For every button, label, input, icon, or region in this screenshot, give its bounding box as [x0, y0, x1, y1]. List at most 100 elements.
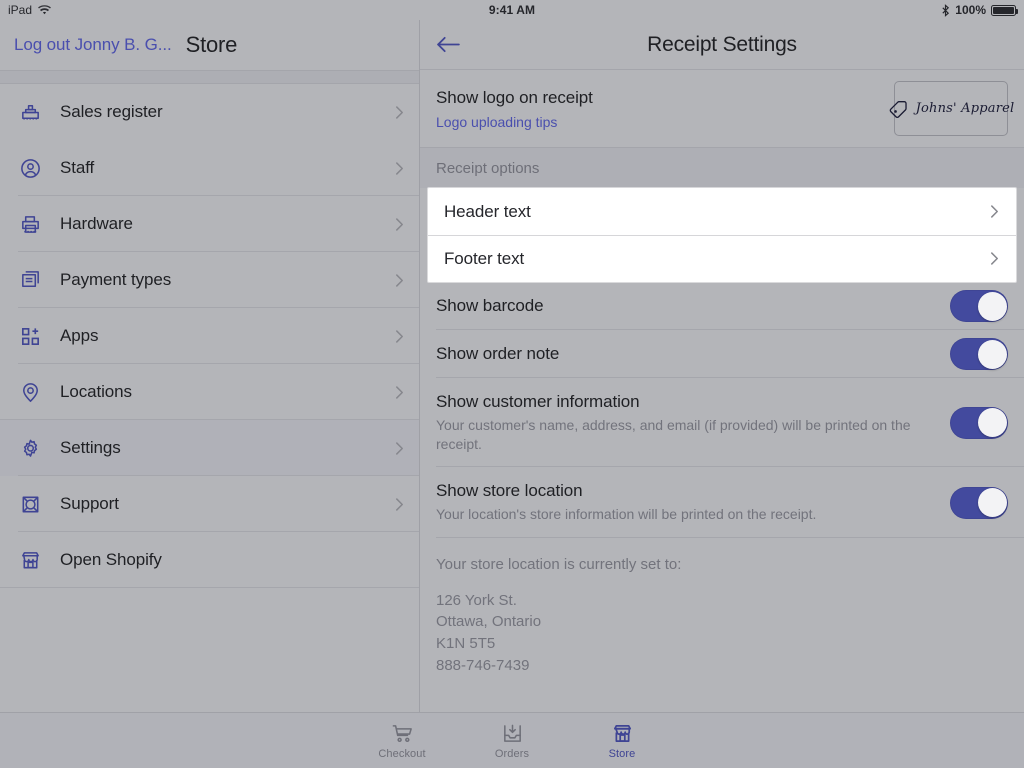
sidebar-item-support[interactable]: Support: [0, 476, 419, 532]
show-logo-label: Show logo on receipt: [436, 88, 593, 108]
show-order-note-toggle[interactable]: [950, 338, 1008, 370]
show-customer-information-toggle[interactable]: [950, 407, 1008, 439]
sidebar-item-open-shopify[interactable]: Open Shopify: [0, 532, 419, 588]
tab-store[interactable]: Store: [567, 721, 677, 760]
sidebar-item-label: Support: [60, 494, 377, 514]
storefront-icon: [611, 721, 634, 745]
show-customer-information-toggle-wrap: [950, 407, 1008, 439]
show-store-location-row[interactable]: Show store location Your location's stor…: [420, 467, 1024, 538]
toggle-knob: [978, 408, 1007, 437]
store-address-postal-code: K1N 5T5: [436, 633, 1008, 655]
sidebar-item-label: Payment types: [60, 270, 377, 290]
cash-register-icon: [18, 100, 42, 124]
app-root: iPad 9:41 AM 100% Log o: [0, 0, 1024, 768]
logo-wordmark: Johns' Apparel: [916, 101, 1015, 116]
sidebar-item-sales-register[interactable]: Sales register: [0, 84, 419, 140]
sidebar-item-label: Open Shopify: [60, 550, 377, 570]
chevron-right-icon: [990, 204, 1000, 219]
status-bar-right: 100%: [941, 3, 1016, 17]
show-store-location-texts: Show store location Your location's stor…: [436, 467, 950, 538]
tab-label: Store: [609, 748, 636, 760]
credit-card-icon: [18, 268, 42, 292]
sidebar-nav-list: Sales register Staff: [0, 84, 419, 712]
price-tag-icon: [888, 98, 910, 120]
logo-row-texts: Show logo on receipt Logo uploading tips: [436, 88, 593, 130]
chevron-right-icon: [395, 385, 405, 400]
receipt-options-section-header: Receipt options: [420, 148, 1024, 188]
footer-text-label: Footer text: [444, 249, 990, 269]
sidebar-item-label: Sales register: [60, 102, 377, 122]
sidebar-item-staff[interactable]: Staff: [0, 140, 419, 196]
back-button[interactable]: [436, 36, 461, 53]
sidebar-item-label: Locations: [60, 382, 377, 402]
footer-text-row[interactable]: Footer text: [428, 235, 1016, 282]
chevron-right-icon: [395, 441, 405, 456]
show-barcode-toggle[interactable]: [950, 290, 1008, 322]
tab-bar: Checkout Orders Store: [0, 712, 1024, 768]
settings-content: Show logo on receipt Logo uploading tips…: [420, 70, 1024, 712]
tab-label: Checkout: [378, 748, 425, 760]
battery-percent: 100%: [955, 3, 986, 17]
show-customer-information-row[interactable]: Show customer information Your customer'…: [420, 378, 1024, 467]
show-barcode-row[interactable]: Show barcode: [420, 282, 1024, 330]
sidebar-header-divider: [0, 70, 419, 84]
split-view: Log out Jonny B. G... Store Sales regist…: [0, 20, 1024, 712]
sidebar-item-payment-types[interactable]: Payment types: [0, 252, 419, 308]
show-logo-on-receipt-row[interactable]: Show logo on receipt Logo uploading tips…: [420, 70, 1024, 148]
show-order-note-row[interactable]: Show order note: [420, 330, 1024, 378]
logout-button[interactable]: Log out Jonny B. G...: [14, 35, 172, 55]
tab-checkout[interactable]: Checkout: [347, 721, 457, 760]
store-address-line-2: Ottawa, Ontario: [436, 611, 1008, 633]
chevron-right-icon: [395, 161, 405, 176]
sidebar-item-label: Hardware: [60, 214, 377, 234]
chevron-right-icon: [395, 217, 405, 232]
sidebar-item-hardware[interactable]: Hardware: [0, 196, 419, 252]
printer-icon: [18, 212, 42, 236]
spotlight-group: Header text Footer text: [428, 188, 1016, 282]
apps-grid-plus-icon: [18, 324, 42, 348]
inbox-download-icon: [501, 721, 524, 745]
show-order-note-toggle-wrap: [950, 338, 1008, 370]
battery-full-icon: [991, 5, 1016, 16]
show-customer-information-description: Your customer's name, address, and email…: [436, 416, 930, 453]
sidebar-item-locations[interactable]: Locations: [0, 364, 419, 420]
logo-preview[interactable]: Johns' Apparel: [894, 81, 1008, 136]
sidebar: Log out Jonny B. G... Store Sales regist…: [0, 20, 420, 712]
chevron-right-icon: [395, 497, 405, 512]
show-store-location-toggle[interactable]: [950, 487, 1008, 519]
sidebar-item-apps[interactable]: Apps: [0, 308, 419, 364]
map-pin-icon: [18, 380, 42, 404]
detail-pane: Receipt Settings Show logo on receipt Lo…: [420, 20, 1024, 712]
show-barcode-texts: Show barcode: [436, 282, 950, 330]
user-circle-icon: [18, 156, 42, 180]
header-text-label: Header text: [444, 202, 990, 222]
page-title: Receipt Settings: [420, 33, 1024, 57]
chevron-right-icon: [395, 329, 405, 344]
tab-orders[interactable]: Orders: [457, 721, 567, 760]
header-text-row[interactable]: Header text: [428, 188, 1016, 235]
toggle-knob: [978, 340, 1007, 369]
lifebuoy-icon: [18, 492, 42, 516]
chevron-right-icon: [395, 105, 405, 120]
toggle-knob: [978, 488, 1007, 517]
show-barcode-label: Show barcode: [436, 296, 930, 316]
show-store-location-label: Show store location: [436, 481, 930, 501]
chevron-right-icon: [395, 273, 405, 288]
show-store-location-toggle-wrap: [950, 487, 1008, 519]
store-address-line-1: 126 York St.: [436, 590, 1008, 612]
store-location-summary: Your store location is currently set to:…: [420, 538, 1024, 693]
chevron-right-icon: [990, 251, 1000, 266]
show-store-location-description: Your location's store information will b…: [436, 505, 930, 524]
wifi-icon: [38, 5, 51, 16]
logo-uploading-tips-link[interactable]: Logo uploading tips: [436, 114, 593, 130]
status-bar: iPad 9:41 AM 100%: [0, 0, 1024, 20]
show-order-note-label: Show order note: [436, 344, 930, 364]
bluetooth-icon: [941, 4, 950, 17]
sidebar-item-label: Settings: [60, 438, 377, 458]
status-bar-time: 9:41 AM: [0, 3, 1024, 17]
show-order-note-texts: Show order note: [436, 330, 950, 378]
sidebar-item-settings[interactable]: Settings: [0, 420, 419, 476]
show-customer-information-label: Show customer information: [436, 392, 930, 412]
shopping-cart-icon: [391, 721, 414, 745]
sidebar-title: Store: [186, 32, 238, 58]
